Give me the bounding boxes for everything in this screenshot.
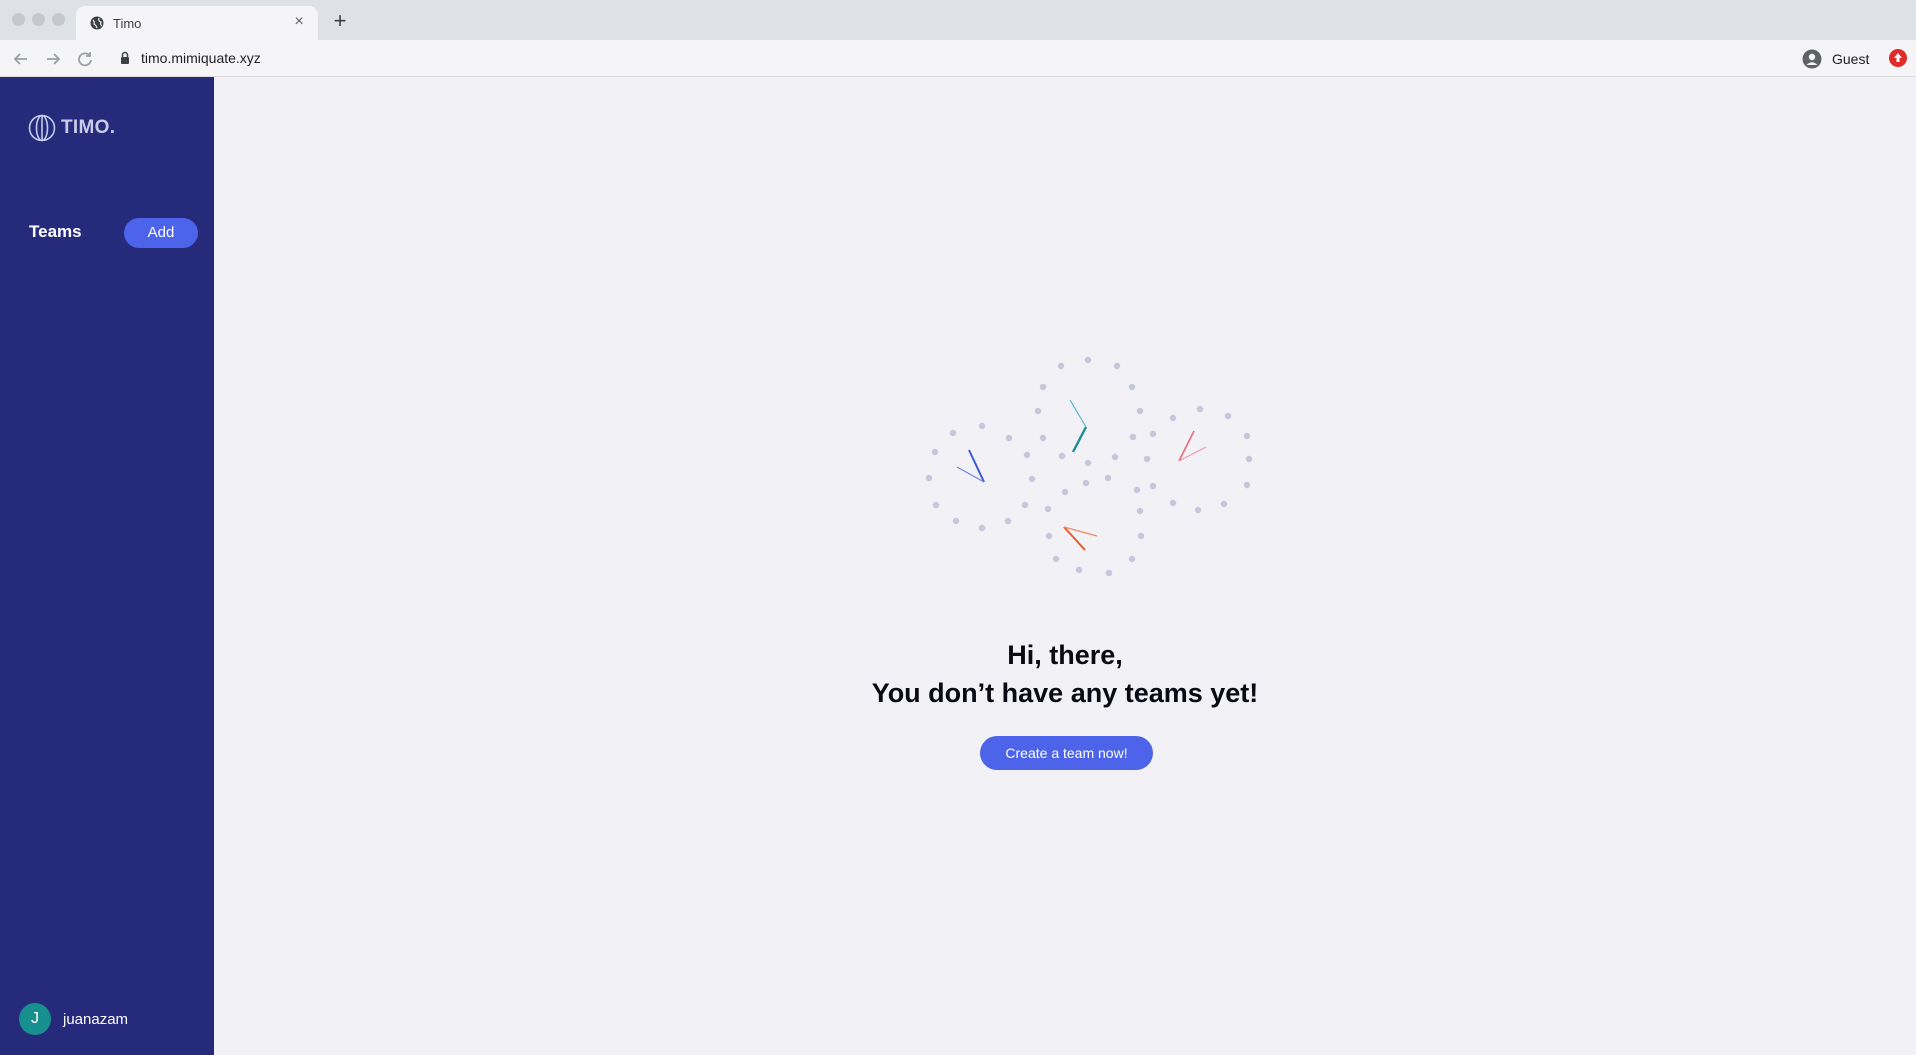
globe-icon <box>28 114 56 142</box>
add-team-button[interactable]: Add <box>124 218 198 248</box>
reload-icon[interactable] <box>74 48 96 70</box>
new-tab-button[interactable]: + <box>328 9 352 33</box>
globe-icon <box>90 16 104 30</box>
clock-hands <box>956 399 1207 551</box>
extension-icon[interactable] <box>1889 49 1907 67</box>
arrow-right-icon[interactable] <box>42 48 64 70</box>
username: juanazam <box>63 1010 129 1028</box>
app-logo[interactable]: TIMO. <box>28 113 115 143</box>
window-zoom-control[interactable] <box>52 13 65 26</box>
arrow-up-icon <box>1894 53 1902 62</box>
app-sidebar: TIMO. Teams Add J juanazam <box>0 77 214 1055</box>
clock-dots <box>925 356 1253 577</box>
current-user[interactable]: J juanazam <box>19 1003 128 1035</box>
browser-toolbar: timo.mimiquate.xyz Guest <box>0 40 1916 77</box>
browser-tab-bar: Timo × + <box>0 0 1916 40</box>
avatar: J <box>19 1003 51 1035</box>
main-content: Hi, there, You don’t have any teams yet!… <box>214 77 1916 1055</box>
empty-state-greeting: Hi, there, <box>1007 640 1123 670</box>
window-minimize-control[interactable] <box>32 13 45 26</box>
arrow-left-icon[interactable] <box>10 48 32 70</box>
user-circle-icon <box>1802 49 1822 69</box>
teams-heading: Teams <box>29 222 82 241</box>
profile-label: Guest <box>1832 51 1870 67</box>
browser-tab[interactable]: Timo × <box>76 6 318 40</box>
window-close-control[interactable] <box>12 13 25 26</box>
address-bar-url[interactable]: timo.mimiquate.xyz <box>141 50 261 66</box>
clocks-illustration <box>925 356 1253 577</box>
logo-text: TIMO. <box>61 117 116 138</box>
tab-title: Timo <box>113 16 142 31</box>
create-team-button[interactable]: Create a team now! <box>980 736 1153 770</box>
lock-icon[interactable] <box>120 51 130 65</box>
tab-close-button[interactable]: × <box>290 13 308 31</box>
empty-state-message: You don’t have any teams yet! <box>871 678 1259 708</box>
